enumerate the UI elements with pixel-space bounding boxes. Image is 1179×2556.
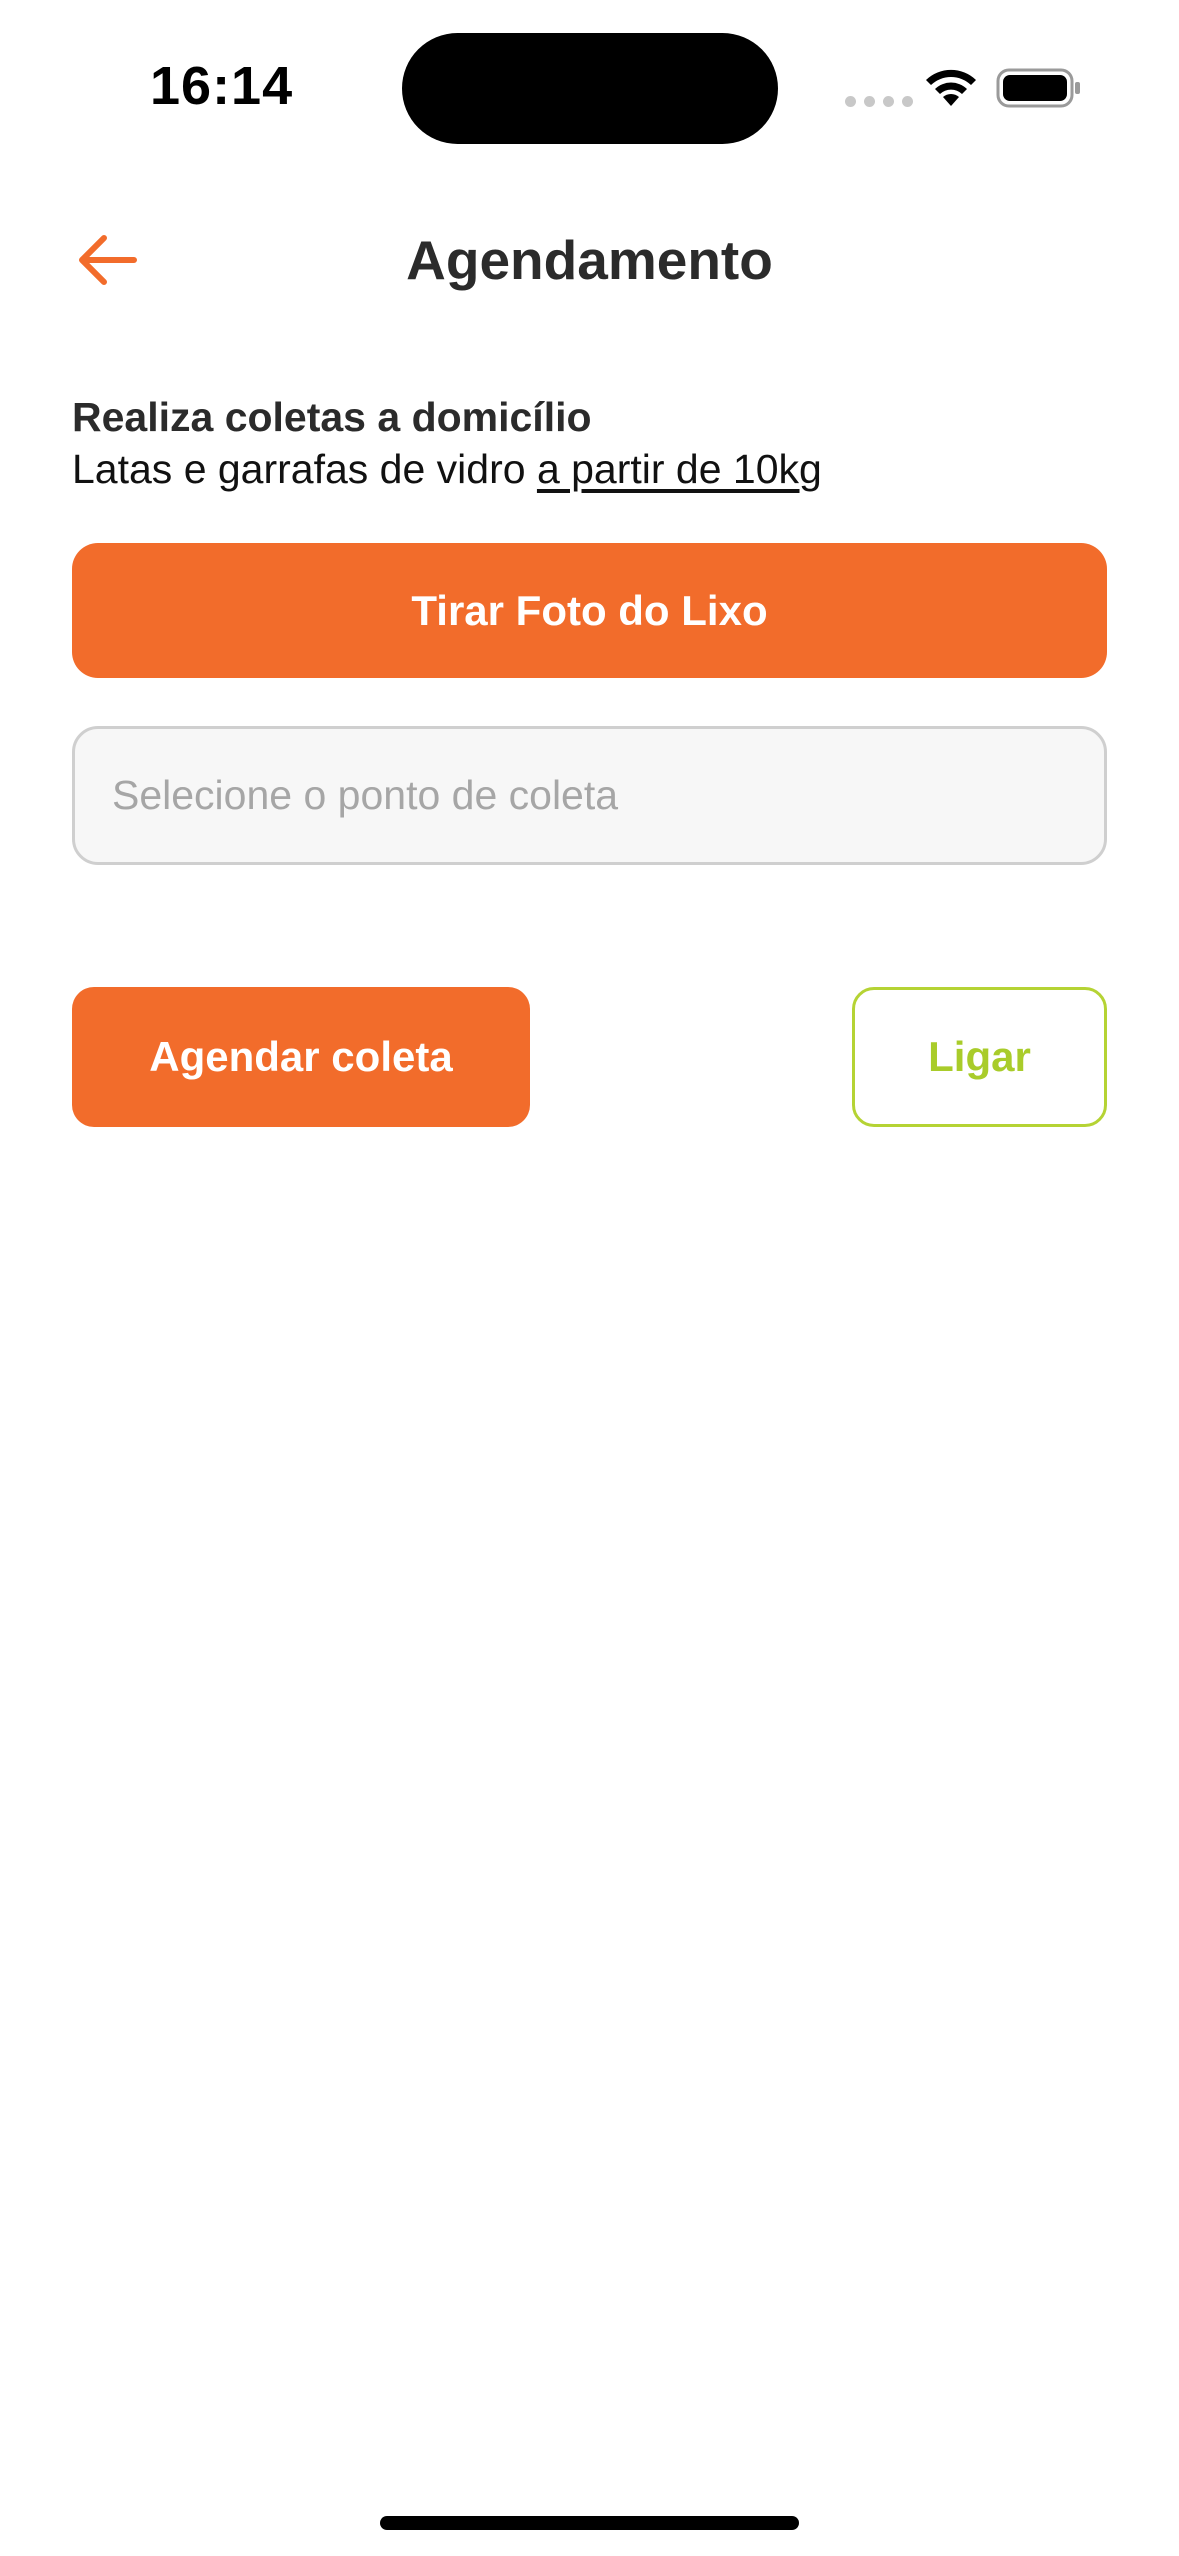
take-photo-button[interactable]: Tirar Foto do Lixo (72, 543, 1107, 678)
call-label: Ligar (928, 1033, 1031, 1080)
schedule-collection-button[interactable]: Agendar coleta (72, 987, 530, 1127)
info-title: Realiza coletas a domicílio (72, 394, 592, 440)
cellular-signal-icon (845, 96, 913, 107)
take-photo-label: Tirar Foto do Lixo (411, 586, 768, 634)
wifi-icon (926, 69, 976, 106)
call-button[interactable]: Ligar (852, 987, 1107, 1127)
home-indicator[interactable] (380, 2516, 799, 2530)
collection-point-placeholder: Selecione o ponto de coleta (112, 772, 619, 818)
info-description: Latas e garrafas de vidro a partir de 10… (72, 446, 822, 493)
dynamic-island (402, 33, 778, 144)
battery-icon (996, 68, 1080, 108)
collection-point-select[interactable]: Selecione o ponto de coleta (72, 726, 1107, 865)
screen: 16:14 Agendamento Realiza coletas a domi… (0, 0, 1179, 2556)
page-title: Agendamento (406, 229, 773, 291)
info-description-highlight: a partir de 10kg (536, 446, 822, 492)
schedule-collection-label: Agendar coleta (149, 1033, 453, 1080)
status-time: 16:14 (150, 56, 294, 116)
info-description-prefix: Latas e garrafas de vidro (72, 446, 537, 492)
